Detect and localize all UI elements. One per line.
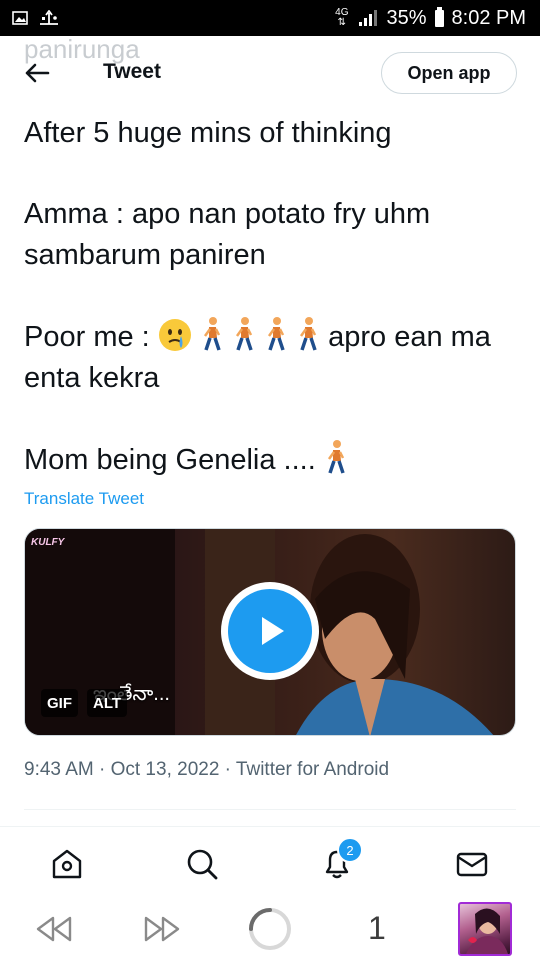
fast-forward-icon[interactable] (142, 914, 182, 944)
browser-toolbar: 1 (0, 898, 540, 960)
tweet-line: Poor me : (24, 321, 150, 353)
avatar-image (466, 908, 508, 954)
media-watermark: KULFY (31, 537, 65, 548)
clock: 8:02 PM (451, 6, 526, 29)
usb-notification-icon (40, 10, 58, 25)
tweet-line: Mom being Genelia .... (24, 444, 316, 476)
walking-person-emoji-icon (300, 317, 317, 351)
battery-percent: 35% (386, 6, 427, 29)
status-bar: 4G ⇅ 35% 8:02 PM (0, 0, 540, 36)
page-title: Tweet (103, 60, 161, 83)
network-type: 4G ⇅ (335, 7, 349, 28)
crying-face-emoji-icon (158, 319, 191, 351)
tweet-body: After 5 huge mins of thinking Amma : apo… (24, 113, 524, 481)
translate-tweet-link[interactable]: Translate Tweet (24, 489, 144, 509)
loading-spinner-icon[interactable] (247, 906, 293, 952)
alt-badge[interactable]: ALT (87, 689, 128, 717)
messages-mail-icon[interactable] (455, 847, 489, 881)
divider (24, 809, 516, 810)
gallery-notification-icon (12, 11, 28, 25)
walking-person-emoji-icon (235, 317, 253, 351)
tweet-line: After 5 huge mins of thinking (24, 117, 392, 149)
back-arrow-icon[interactable] (22, 58, 52, 88)
notification-count-badge: 2 (337, 837, 363, 863)
open-app-button[interactable]: Open app (381, 52, 517, 94)
bottom-navigation: 2 (0, 826, 540, 899)
home-icon[interactable] (50, 847, 84, 881)
gif-badge: GIF (41, 689, 78, 717)
walking-person-emoji-icon (267, 317, 285, 351)
signal-icon (359, 10, 378, 26)
walking-person-emoji-icon (327, 440, 345, 474)
battery-icon (434, 6, 444, 27)
tweet-line-poor-me: Poor me : apro ean ma enta kekra (24, 316, 524, 399)
walking-person-emoji-icon (203, 317, 221, 351)
tab-count[interactable]: 1 (368, 910, 386, 947)
rewind-back-icon[interactable] (34, 914, 74, 944)
play-button[interactable] (221, 582, 319, 680)
tweet-line-mom: Mom being Genelia .... (24, 439, 524, 481)
profile-avatar-thumbnail[interactable] (458, 902, 512, 956)
tweet-line: Amma : apo nan potato fry uhm sambarum p… (24, 198, 431, 271)
tweet-timestamp: 9:43 AM · Oct 13, 2022 · Twitter for And… (24, 759, 390, 780)
tweet-header: panirunga Tweet Open app (0, 34, 540, 110)
search-icon[interactable] (185, 847, 219, 881)
play-icon (262, 617, 284, 645)
tweet-media-gif[interactable]: KULFY ఇంతేనా... GIF ALT (24, 528, 516, 736)
